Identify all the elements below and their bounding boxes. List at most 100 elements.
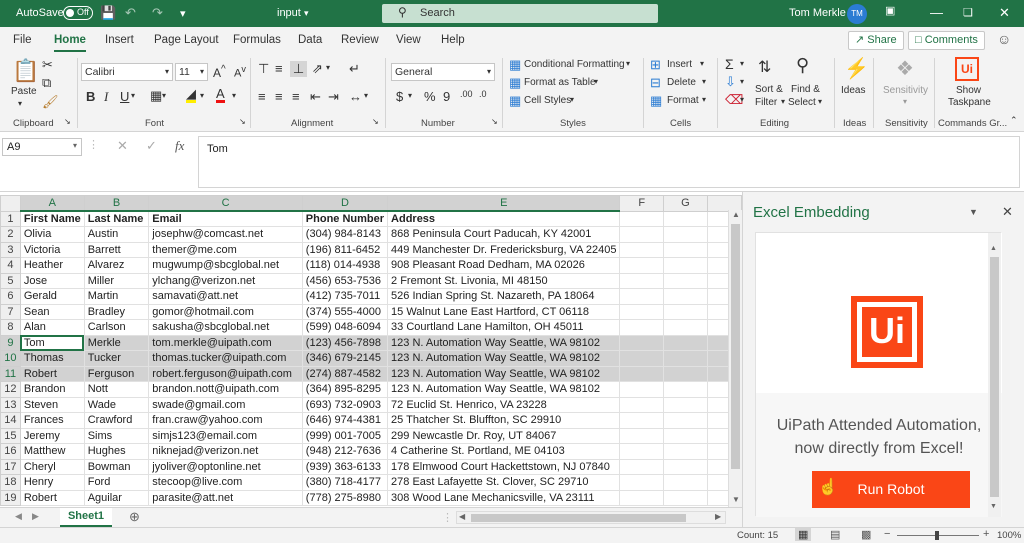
cell[interactable]: (599) 048-6094 — [301, 319, 389, 336]
bold-icon[interactable]: B — [86, 89, 95, 104]
feedback-smiley-icon[interactable]: ☺ — [997, 31, 1011, 47]
cell[interactable] — [662, 319, 708, 336]
delete-cells-chevron-icon[interactable]: ▾ — [702, 77, 706, 86]
clear-chevron-icon[interactable]: ▾ — [740, 95, 744, 104]
increase-font-icon[interactable]: A^ — [213, 64, 226, 80]
format-cells-icon[interactable]: ▦ — [650, 93, 662, 109]
close-icon[interactable]: ✕ — [999, 5, 1010, 21]
row-header[interactable]: 8 — [0, 319, 21, 336]
conditional-formatting-icon[interactable]: ▦ — [509, 57, 521, 73]
cell[interactable]: Wade — [83, 396, 150, 413]
insert-cells-button[interactable]: Insert — [667, 59, 692, 70]
sort-filter-icon[interactable]: ⇅ — [758, 57, 771, 77]
cell[interactable]: Alvarez — [83, 257, 150, 274]
format-cells-button[interactable]: Format — [667, 95, 699, 106]
row-header[interactable]: 15 — [0, 427, 21, 444]
cell[interactable]: (380) 718-4177 — [301, 474, 389, 491]
cell[interactable]: (456) 653-7536 — [301, 272, 389, 289]
cell[interactable]: Alan — [19, 319, 85, 336]
font-launcher-icon[interactable]: ↘ — [239, 117, 246, 126]
cell[interactable] — [619, 443, 664, 460]
percent-icon[interactable]: % — [424, 89, 436, 104]
page-break-view-icon[interactable]: ▩ — [861, 528, 871, 541]
cell[interactable]: Jose — [19, 272, 85, 289]
cell[interactable]: Austin — [83, 226, 150, 243]
cell[interactable] — [662, 412, 708, 429]
delete-cells-button[interactable]: Delete — [667, 77, 696, 88]
merge-center-icon[interactable]: ↔ — [349, 89, 362, 104]
cell[interactable]: thomas.tucker@uipath.com — [148, 350, 303, 367]
addin-scroll-down-icon[interactable]: ▼ — [990, 503, 997, 510]
font-color-chevron-icon[interactable]: ▾ — [232, 91, 236, 100]
decrease-decimal-icon[interactable]: .0 — [479, 89, 487, 99]
cell[interactable]: (999) 001-7005 — [301, 427, 389, 444]
font-name-dropdown[interactable]: Calibri ▾ — [81, 63, 173, 81]
row-header[interactable]: 2 — [0, 226, 21, 243]
cell[interactable] — [662, 365, 708, 382]
conditional-formatting-chevron-icon[interactable]: ▾ — [626, 59, 630, 68]
cell[interactable] — [619, 257, 664, 274]
cell-styles-button[interactable]: Cell Styles — [524, 95, 571, 106]
increase-indent-icon[interactable]: ⇥ — [328, 89, 339, 105]
increase-decimal-icon[interactable]: .00 — [460, 89, 473, 99]
cell[interactable]: Olivia — [19, 226, 85, 243]
delete-cells-icon[interactable]: ⊟ — [650, 75, 661, 91]
format-as-table-icon[interactable]: ▦ — [509, 75, 521, 91]
cell[interactable]: themer@me.com — [148, 241, 303, 258]
align-bottom-icon[interactable]: ⊥ — [290, 61, 307, 77]
cell[interactable]: (118) 014-4938 — [301, 257, 389, 274]
currency-icon[interactable]: $ — [396, 89, 403, 104]
row-header[interactable]: 10 — [0, 350, 21, 367]
minimize-icon[interactable]: — — [930, 5, 943, 20]
cell[interactable] — [619, 210, 664, 227]
cell[interactable]: Martin — [83, 288, 150, 305]
row-header[interactable]: 17 — [0, 458, 21, 475]
cell[interactable]: samavati@att.net — [148, 288, 303, 305]
cell[interactable]: (948) 212-7636 — [301, 443, 389, 460]
cell[interactable]: ylchang@verizon.net — [148, 272, 303, 289]
zoom-in-icon[interactable]: + — [983, 528, 989, 540]
cell[interactable]: Last Name — [83, 210, 150, 227]
tab-formulas[interactable]: Formulas — [233, 34, 281, 46]
ribbon-display-icon[interactable]: ▣ — [885, 4, 895, 17]
cell[interactable]: First Name — [19, 210, 85, 227]
orientation-chevron-icon[interactable]: ▾ — [326, 63, 330, 72]
cell[interactable]: Ford — [83, 474, 150, 491]
cell[interactable] — [619, 381, 664, 398]
cell[interactable] — [619, 334, 664, 351]
cell[interactable]: (364) 895-8295 — [301, 381, 389, 398]
cell[interactable] — [662, 257, 708, 274]
cell[interactable]: swade@gmail.com — [148, 396, 303, 413]
task-pane-close-icon[interactable]: ✕ — [1002, 204, 1013, 220]
cell[interactable]: (123) 456-7898 — [301, 334, 389, 351]
tab-help[interactable]: Help — [441, 34, 465, 46]
cell[interactable]: Steven — [19, 396, 85, 413]
cell[interactable]: Thomas — [19, 350, 85, 367]
decrease-font-icon[interactable]: Av — [234, 64, 246, 80]
row-header[interactable]: 19 — [0, 489, 21, 506]
cell[interactable] — [619, 412, 664, 429]
show-label[interactable]: Show — [956, 85, 981, 96]
column-header[interactable] — [706, 195, 742, 212]
column-header[interactable]: F — [619, 195, 664, 212]
scroll-down-icon[interactable]: ▼ — [732, 495, 740, 504]
cell[interactable]: 868 Peninsula Court Paducah, KY 42001 — [387, 226, 621, 243]
collapse-ribbon-icon[interactable]: ⌃ — [1010, 115, 1018, 126]
cell[interactable] — [662, 443, 708, 460]
align-right-icon[interactable]: ≡ — [292, 89, 300, 104]
search-box[interactable]: ⚲ Search — [382, 4, 658, 23]
cell[interactable]: 123 N. Automation Way Seattle, WA 98102 — [387, 381, 621, 398]
select-all-corner[interactable] — [0, 195, 21, 212]
cell[interactable]: (939) 363-6133 — [301, 458, 389, 475]
cell[interactable]: Hughes — [83, 443, 150, 460]
cell[interactable]: 15 Walnut Lane East Hartford, CT 06118 — [387, 303, 621, 320]
taskpane-label[interactable]: Taskpane — [948, 97, 991, 108]
insert-cells-chevron-icon[interactable]: ▾ — [700, 59, 704, 68]
borders-icon[interactable]: ▦ — [150, 88, 162, 104]
paste-label[interactable]: Paste — [11, 86, 37, 97]
find-select-icon[interactable]: ⚲ — [796, 55, 809, 76]
tab-home[interactable]: Home — [54, 34, 86, 52]
column-header[interactable]: E — [387, 195, 621, 212]
file-name-chevron-icon[interactable]: ▾ — [304, 8, 309, 19]
cell[interactable]: Bradley — [83, 303, 150, 320]
